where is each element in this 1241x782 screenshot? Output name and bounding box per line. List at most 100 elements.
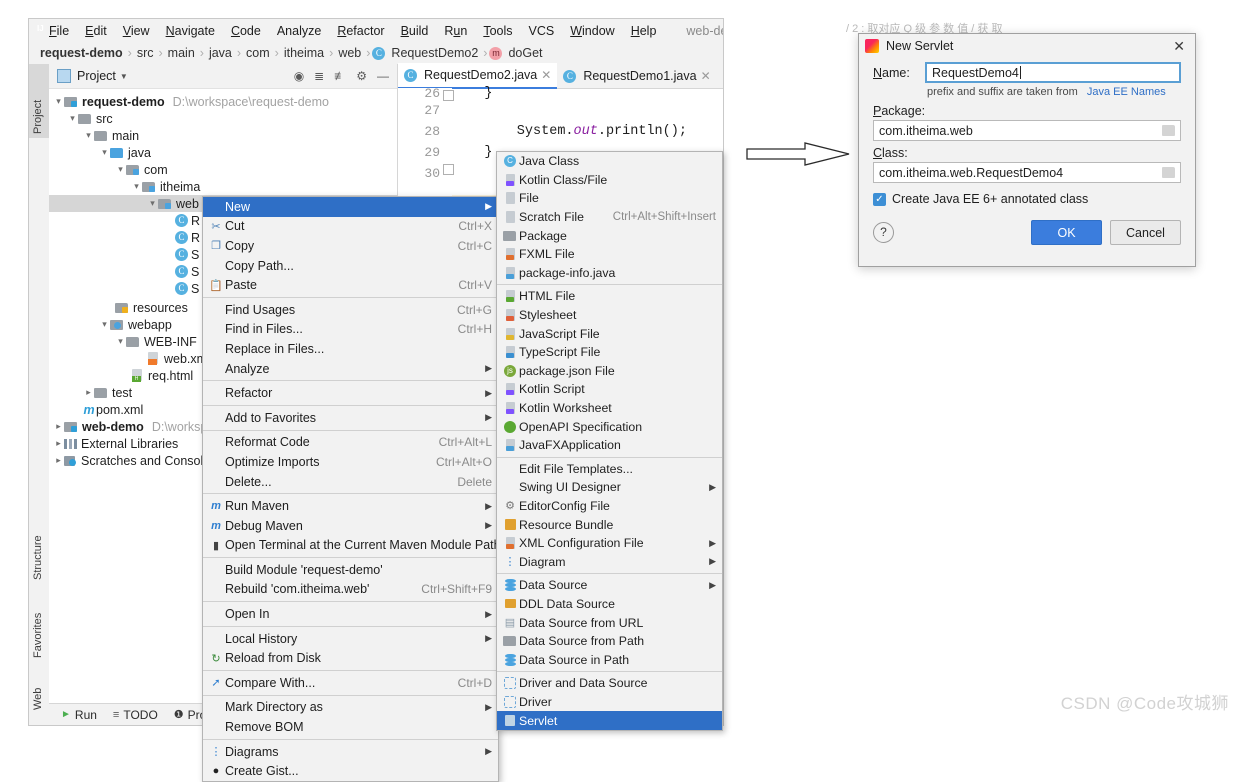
breadcrumb-segment-java[interactable]: java — [206, 46, 235, 60]
chevron-down-icon[interactable]: ▾ — [147, 198, 158, 209]
submenu-item-file[interactable]: File — [497, 189, 722, 208]
menu-item-build[interactable]: Build — [393, 22, 437, 40]
context-menu-item-open-terminal[interactable]: ▮ Open Terminal at the Current Maven Mod… — [203, 536, 501, 556]
context-menu-item-replace-in-files[interactable]: Replace in Files... — [203, 339, 498, 359]
class-input[interactable]: com.itheima.web.RequestDemo4 — [873, 162, 1181, 183]
context-menu-item-run-maven[interactable]: m Run Maven ▶ — [203, 496, 498, 516]
context-menu-item-build-module[interactable]: Build Module 'request-demo' — [203, 560, 498, 580]
menu-item-file[interactable]: FFileile — [41, 22, 77, 40]
hide-icon[interactable]: — — [377, 69, 389, 83]
submenu-item-kotlin-worksheet[interactable]: Kotlin Worksheet — [497, 399, 722, 418]
submenu-item-xml-configuration-file[interactable]: XML Configuration File ▶ — [497, 534, 722, 553]
browse-folder-icon[interactable] — [1162, 125, 1175, 136]
submenu-item-scratch-file[interactable]: Scratch File Ctrl+Alt+Shift+Insert — [497, 208, 722, 227]
submenu-item-javafxapplication[interactable]: JavaFXApplication — [497, 436, 722, 455]
status-run-button[interactable]: ► Run — [61, 708, 97, 722]
submenu-item-fxml-file[interactable]: FXML File — [497, 245, 722, 264]
context-menu-item-reformat-code[interactable]: Reformat Code Ctrl+Alt+L — [203, 433, 498, 453]
menu-item-tools[interactable]: Tools — [475, 22, 520, 40]
tree-node-com[interactable]: ▾ com — [49, 161, 397, 178]
submenu-item-driver[interactable]: Driver — [497, 693, 722, 712]
context-menu-item-optimize-imports[interactable]: Optimize Imports Ctrl+Alt+O — [203, 452, 498, 472]
submenu-item-package-info-java[interactable]: package-info.java — [497, 264, 722, 283]
chevron-down-icon[interactable]: ▾ — [53, 96, 64, 107]
context-menu-item-paste[interactable]: 📋 Paste Ctrl+V — [203, 275, 498, 295]
context-menu-item-diagrams[interactable]: ⋮ Diagrams ▶ — [203, 742, 498, 762]
submenu-item-edit-file-templates[interactable]: Edit File Templates... — [497, 460, 722, 479]
context-menu-item-copy-path[interactable]: Copy Path... — [203, 256, 498, 276]
submenu-item-java-class[interactable]: C Java Class — [497, 152, 722, 171]
context-menu-item-reload-from-disk[interactable]: ↻ Reload from Disk — [203, 648, 498, 668]
submenu-item-javascript-file[interactable]: JavaScript File — [497, 324, 722, 343]
breadcrumb-segment-request-demo[interactable]: request-demo — [37, 46, 126, 60]
context-menu-item-analyze[interactable]: Analyze ▶ — [203, 359, 498, 379]
breadcrumb-segment-method[interactable]: doGet — [505, 46, 545, 60]
menu-item-view[interactable]: View — [115, 22, 158, 40]
context-menu-item-cut[interactable]: ✂ Cut Ctrl+X — [203, 217, 498, 237]
chevron-down-icon[interactable]: ▾ — [99, 319, 110, 330]
ok-button[interactable]: OK — [1031, 220, 1102, 245]
context-menu-item-add-to-favorites[interactable]: Add to Favorites ▶ — [203, 408, 498, 428]
package-input[interactable]: com.itheima.web — [873, 120, 1181, 141]
submenu-item-servlet[interactable]: Servlet — [497, 711, 722, 730]
menu-item-window[interactable]: Window — [562, 22, 622, 40]
menu-item-edit[interactable]: Edit — [77, 22, 115, 40]
context-menu-item-debug-maven[interactable]: m Debug Maven ▶ — [203, 516, 498, 536]
tree-node-java[interactable]: ▾ java — [49, 144, 397, 161]
menu-item-refactor[interactable]: Refactor — [329, 22, 392, 40]
chevron-right-icon[interactable]: ▸ — [53, 421, 64, 432]
tree-node-main[interactable]: ▾ main — [49, 127, 397, 144]
submenu-item-html-file[interactable]: HTML File — [497, 287, 722, 306]
chevron-down-icon[interactable]: ▾ — [67, 113, 78, 124]
submenu-item-typescript-file[interactable]: TypeScript File — [497, 343, 722, 362]
menu-item-vcs[interactable]: VCS — [521, 22, 563, 40]
breadcrumb-segment-class[interactable]: RequestDemo2 — [388, 46, 481, 60]
context-menu-item-open-in[interactable]: Open In ▶ — [203, 604, 498, 624]
chevron-down-icon[interactable]: ▾ — [99, 147, 110, 158]
editor-tab-req-html[interactable]: req.htm — [717, 64, 723, 88]
context-menu-item-find-in-files[interactable]: Find in Files... Ctrl+H — [203, 320, 498, 340]
chevron-right-icon[interactable]: ▸ — [53, 438, 64, 449]
submenu-item-data-source-from-url[interactable]: ▤ Data Source from URL — [497, 613, 722, 632]
submenu-item-package-json-file[interactable]: js package.json File — [497, 362, 722, 381]
expand-all-icon[interactable]: ≣ — [314, 69, 324, 83]
submenu-item-kotlin-class-file[interactable]: Kotlin Class/File — [497, 171, 722, 190]
chevron-down-icon[interactable]: ▾ — [131, 181, 142, 192]
chevron-down-icon[interactable]: ▼ — [120, 72, 128, 81]
submenu-item-editorconfig-file[interactable]: ⚙ EditorConfig File — [497, 497, 722, 516]
submenu-item-data-source-from-path[interactable]: Data Source from Path — [497, 632, 722, 651]
menu-item-navigate[interactable]: Navigate — [158, 22, 223, 40]
chevron-down-icon[interactable]: ▾ — [115, 164, 126, 175]
breadcrumb-segment-com[interactable]: com — [243, 46, 273, 60]
submenu-item-kotlin-script[interactable]: Kotlin Script — [497, 380, 722, 399]
name-input[interactable]: RequestDemo4 — [925, 62, 1181, 83]
context-menu-item-rebuild[interactable]: Rebuild 'com.itheima.web' Ctrl+Shift+F9 — [203, 580, 498, 600]
annotated-class-checkbox-row[interactable]: ✓ Create Java EE 6+ annotated class — [873, 192, 1181, 206]
context-menu-item-remove-bom[interactable]: Remove BOM — [203, 717, 498, 737]
submenu-item-driver-and-data-source[interactable]: Driver and Data Source — [497, 674, 722, 693]
context-menu-item-compare-with[interactable]: ➚ Compare With... Ctrl+D — [203, 673, 498, 693]
tree-node-itheima[interactable]: ▾ itheima — [49, 178, 397, 195]
context-menu-item-find-usages[interactable]: Find Usages Ctrl+G — [203, 300, 498, 320]
context-menu-item-mark-directory-as[interactable]: Mark Directory as ▶ — [203, 698, 498, 718]
editor-tab-requestdemo1[interactable]: C RequestDemo1.java ✕ — [557, 64, 716, 88]
collapse-all-icon[interactable]: ≢ — [334, 69, 346, 83]
submenu-item-data-source-in-path[interactable]: Data Source in Path — [497, 650, 722, 669]
menu-item-help[interactable]: Help — [623, 22, 665, 40]
chevron-right-icon[interactable]: ▸ — [53, 455, 64, 466]
breadcrumb-segment-web[interactable]: web — [335, 46, 364, 60]
context-menu-item-local-history[interactable]: Local History ▶ — [203, 629, 498, 649]
close-icon[interactable]: ✕ — [541, 68, 551, 82]
browse-folder-icon[interactable] — [1162, 167, 1175, 178]
breadcrumb-segment-itheima[interactable]: itheima — [281, 46, 327, 60]
submenu-item-data-source[interactable]: Data Source ▶ — [497, 576, 722, 595]
submenu-item-stylesheet[interactable]: Stylesheet — [497, 306, 722, 325]
context-menu-item-refactor[interactable]: Refactor ▶ — [203, 383, 498, 403]
context-menu-item-create-gist[interactable]: ● Create Gist... — [203, 761, 498, 781]
status-todo-button[interactable]: ≡ TODO — [113, 708, 158, 722]
breadcrumb-segment-main[interactable]: main — [165, 46, 198, 60]
chevron-down-icon[interactable]: ▾ — [83, 130, 94, 141]
context-menu-item-delete[interactable]: Delete... Delete — [203, 472, 498, 492]
menu-item-run[interactable]: Run — [436, 22, 475, 40]
chevron-down-icon[interactable]: ▾ — [115, 336, 126, 347]
